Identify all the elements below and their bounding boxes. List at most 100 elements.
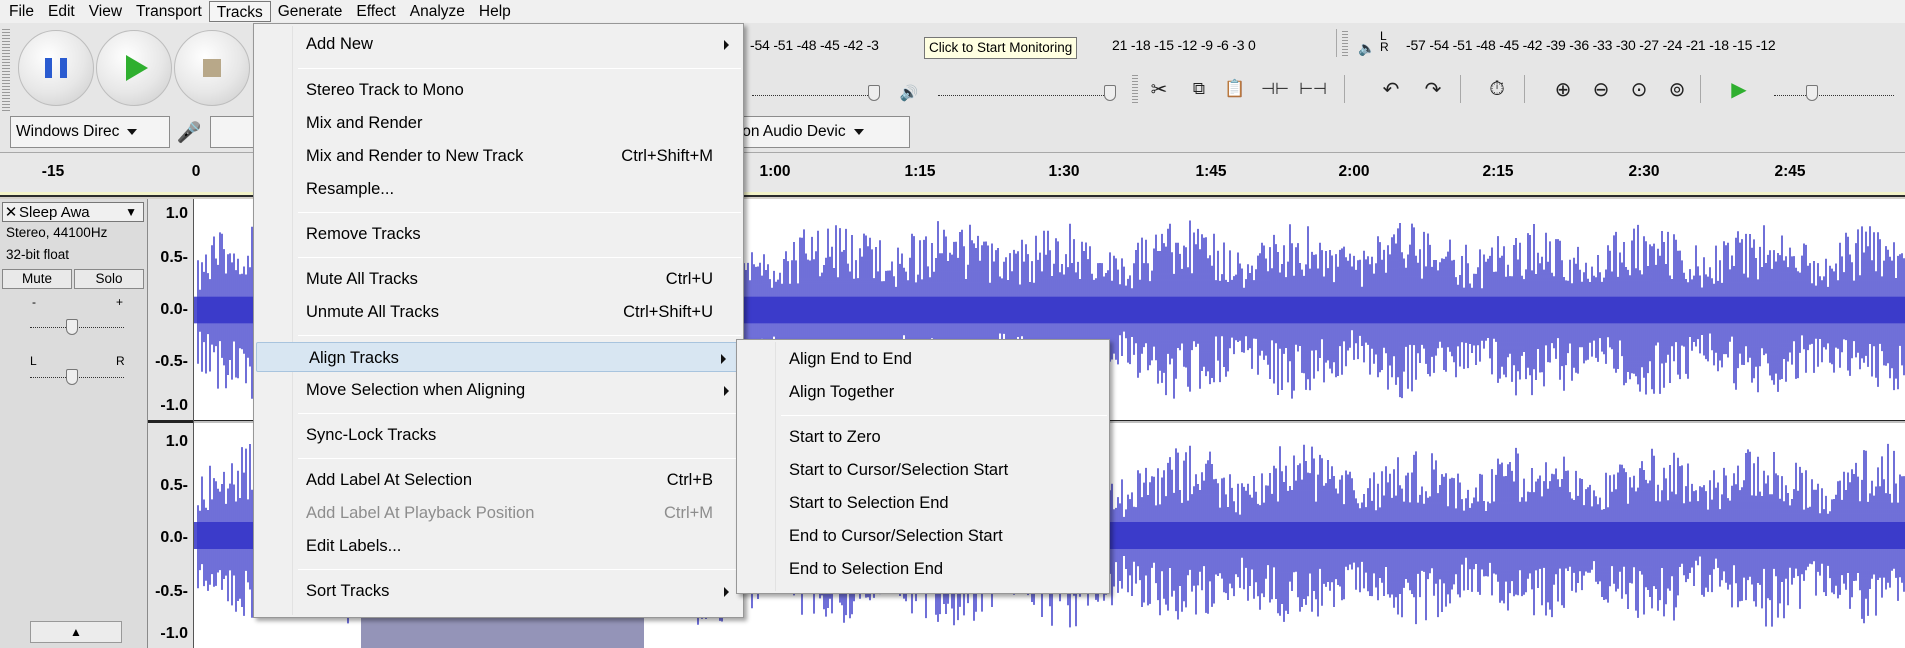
solo-button[interactable]: Solo (74, 269, 144, 289)
menu-item-stereo-to-mono[interactable]: Stereo Track to Mono (254, 75, 743, 105)
toolbar-gripper[interactable] (1132, 73, 1138, 103)
menu-analyze[interactable]: Analyze (403, 1, 472, 22)
track-name-bar[interactable]: ✕ Sleep Awa ▼ (2, 202, 144, 222)
amplitude-label: 0.5- (160, 249, 188, 266)
playback-device-value: ition Audio Devic (731, 123, 846, 140)
divider (1344, 75, 1345, 103)
menu-item-move-selection-aligning[interactable]: Move Selection when Aligning (254, 375, 743, 405)
play-speed-thumb[interactable] (1806, 85, 1818, 101)
chevron-down-icon (127, 128, 138, 135)
menu-tracks[interactable]: Tracks (208, 1, 271, 22)
menu-item-mix-and-render[interactable]: Mix and Render (254, 108, 743, 138)
menu-item-add-label-selection[interactable]: Add Label At Selection Ctrl+B (254, 465, 743, 495)
toolbar-gripper[interactable] (1342, 29, 1348, 57)
menu-item-label: Resample... (306, 180, 395, 198)
menu-item-remove-tracks[interactable]: Remove Tracks (254, 219, 743, 249)
gain-slider-thumb[interactable] (66, 319, 78, 335)
menu-item-mute-all[interactable]: Mute All Tracks Ctrl+U (254, 264, 743, 294)
play-icon (126, 55, 148, 81)
divider (1460, 75, 1461, 103)
track-name[interactable]: Sleep Awa (19, 204, 90, 221)
track-format: Stereo, 44100Hz (6, 225, 108, 240)
play-meter-scale[interactable]: -57 -54 -51 -48 -45 -42 -39 -36 -33 -30 … (1406, 37, 1776, 59)
submenu-item-align-end-to-end[interactable]: Align End to End (737, 344, 1109, 374)
gain-minus-label: - (32, 295, 36, 309)
toolbar-gripper[interactable] (2, 27, 10, 111)
audio-host-dropdown[interactable]: Windows Direc (10, 116, 170, 148)
menu-item-resample[interactable]: Resample... (254, 174, 743, 204)
menu-item-add-new[interactable]: Add New (254, 29, 743, 59)
ruler-label: 1:30 (1048, 163, 1080, 180)
microphone-icon: 🎤 (176, 121, 202, 144)
selection-region[interactable] (361, 617, 644, 648)
menu-bar: File Edit View Transport Tracks Generate… (0, 0, 1905, 23)
menu-separator (781, 415, 1107, 416)
trim-audio-icon[interactable]: ⊣⊢ (1261, 76, 1289, 102)
stop-button[interactable] (174, 30, 250, 106)
play-button[interactable] (96, 30, 172, 106)
collapse-track-button[interactable]: ▲ (30, 621, 122, 643)
submenu-item-align-together[interactable]: Align Together (737, 377, 1109, 407)
play-at-speed-icon[interactable]: ▶ (1726, 76, 1752, 102)
menu-effect[interactable]: Effect (349, 1, 402, 22)
submenu-item-start-to-cursor[interactable]: Start to Cursor/Selection Start (737, 455, 1109, 485)
undo-icon[interactable]: ↶ (1378, 76, 1404, 102)
chevron-right-icon (721, 354, 726, 364)
menu-item-align-tracks[interactable]: Align Tracks (256, 342, 741, 372)
cut-icon[interactable]: ✂ (1146, 76, 1172, 102)
menu-separator (298, 569, 741, 570)
redo-icon[interactable]: ↷ (1420, 76, 1446, 102)
fit-selection-icon[interactable]: ⊙ (1626, 76, 1652, 102)
record-volume-thumb[interactable] (868, 85, 880, 101)
menu-item-sort-tracks[interactable]: Sort Tracks (254, 576, 743, 606)
track-control-panel[interactable]: ✕ Sleep Awa ▼ Stereo, 44100Hz 32-bit flo… (0, 199, 148, 648)
chevron-right-icon (724, 587, 729, 597)
speaker-icon[interactable]: 🔈 (1354, 35, 1380, 61)
record-meter-scale-tail[interactable]: 21 -18 -15 -12 -9 -6 -3 0 (1112, 37, 1256, 59)
silence-audio-icon[interactable]: ⊢⊣ (1299, 76, 1327, 102)
menu-file[interactable]: File (2, 1, 41, 22)
sync-lock-icon[interactable]: ⏱ (1484, 76, 1510, 102)
menu-item-unmute-all[interactable]: Unmute All Tracks Ctrl+Shift+U (254, 297, 743, 327)
menu-item-label: Mix and Render to New Track (306, 147, 524, 165)
menu-item-sync-lock[interactable]: Sync-Lock Tracks (254, 420, 743, 450)
pause-icon (45, 58, 67, 78)
ruler-label: 2:00 (1338, 163, 1370, 180)
playback-volume-thumb[interactable] (1104, 85, 1116, 101)
stop-icon (203, 59, 221, 77)
submenu-item-start-to-zero[interactable]: Start to Zero (737, 422, 1109, 452)
submenu-item-end-to-selection-end[interactable]: End to Selection End (737, 554, 1109, 584)
menu-item-mix-render-new-track[interactable]: Mix and Render to New Track Ctrl+Shift+M (254, 141, 743, 171)
menu-item-label: Sync-Lock Tracks (306, 426, 437, 444)
pan-right-label: R (116, 354, 125, 368)
amplitude-label: -0.5- (155, 583, 188, 600)
menu-view[interactable]: View (82, 1, 129, 22)
close-icon[interactable]: ✕ (3, 203, 19, 221)
amplitude-label: 0.5- (160, 477, 188, 494)
pan-slider-thumb[interactable] (66, 369, 78, 385)
menu-edit[interactable]: Edit (41, 1, 82, 22)
audio-host-value: Windows Direc (16, 123, 120, 140)
menu-item-edit-labels[interactable]: Edit Labels... (254, 531, 743, 561)
ruler-label: -15 (41, 163, 65, 180)
zoom-in-icon[interactable]: ⊕ (1550, 76, 1576, 102)
record-volume-track[interactable] (752, 95, 872, 96)
pause-button[interactable] (18, 30, 94, 106)
fit-project-icon[interactable]: ⊚ (1664, 76, 1690, 102)
copy-icon[interactable]: ⧉ (1186, 76, 1212, 102)
chevron-down-icon[interactable]: ▼ (125, 205, 137, 219)
menu-generate[interactable]: Generate (271, 1, 350, 22)
menu-separator (298, 257, 741, 258)
play-speed-track[interactable] (1774, 95, 1894, 96)
ruler-label: 1:15 (904, 163, 936, 180)
menu-item-label: Add Label At Selection (306, 471, 473, 489)
paste-icon[interactable]: 📋 (1222, 76, 1248, 102)
zoom-out-icon[interactable]: ⊖ (1588, 76, 1614, 102)
mute-button[interactable]: Mute (2, 269, 72, 289)
menu-help[interactable]: Help (472, 1, 518, 22)
submenu-item-start-to-selection-end[interactable]: Start to Selection End (737, 488, 1109, 518)
record-meter-scale[interactable]: -54 -51 -48 -45 -42 -3 (750, 37, 879, 59)
submenu-item-end-to-cursor[interactable]: End to Cursor/Selection Start (737, 521, 1109, 551)
playback-volume-track[interactable] (938, 95, 1108, 96)
menu-transport[interactable]: Transport (129, 1, 209, 22)
